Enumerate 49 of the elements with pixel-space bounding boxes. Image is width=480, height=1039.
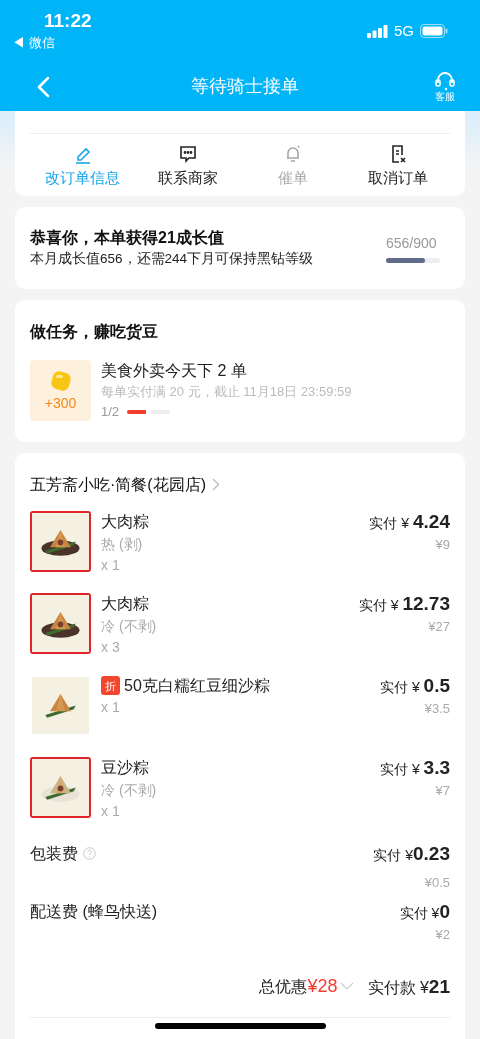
original-price: ¥7 [435, 781, 450, 800]
growth-title: 恭喜你，本单获得21成长值 [30, 228, 225, 248]
signal-icon [367, 24, 388, 38]
page-title: 等待骑士接单 [191, 75, 299, 98]
item-quantity: x 1 [101, 801, 121, 821]
item-spec: 冷 (不剥) [101, 780, 158, 800]
discount-badge: 折 [101, 676, 120, 695]
original-price: ¥2 [435, 925, 450, 944]
fee-label: 包装费 [30, 843, 78, 864]
status-time: 11:22 [43, 9, 92, 33]
shop-link[interactable]: 五芳斋小吃·简餐(花园店) [30, 472, 450, 497]
item-quantity: x 1 [101, 555, 121, 575]
item-name: 大肉粽 [101, 593, 149, 614]
total-discount-toggle[interactable]: 总优惠¥28 [259, 973, 354, 1001]
item-quantity: x 1 [101, 697, 121, 717]
total-paid: 实付款 ¥21 [367, 974, 450, 999]
chevron-right-icon [212, 478, 220, 491]
original-price: ¥3.5 [424, 699, 450, 718]
action-tab: 催单 [242, 144, 343, 188]
item-spec: 冷 (不剥) [101, 616, 158, 636]
paid-price: 实付 ¥0 [399, 900, 450, 924]
bean-icon [49, 370, 72, 392]
fee-label: 配送费 (蜂鸟快送) [30, 901, 158, 922]
paid-price: 实付 ¥ 0.5 [380, 674, 450, 698]
growth-reading: 656/900 [386, 234, 437, 253]
item-name: 豆沙粽 [101, 757, 149, 778]
paid-price: 实付 ¥ 4.24 [369, 510, 450, 534]
item-spec: 热 (剥) [101, 534, 144, 554]
battery-icon [420, 24, 448, 38]
growth-subtitle: 本月成长值656，还需244下月可保持黑钻等级 [30, 250, 314, 268]
paid-price: 实付 ¥0.23 [373, 842, 450, 866]
task-heading: 做任务，赚吃货豆 [30, 322, 159, 343]
task-detail: 每单实付满 20 元，截止 11月18日 23:59:59 [101, 383, 352, 401]
original-price: ¥0.5 [424, 873, 450, 892]
help-icon[interactable] [83, 847, 96, 860]
action-tab[interactable]: 联系商家 [137, 144, 238, 188]
paid-price: 实付 ¥ 12.73 [358, 592, 450, 616]
item-name: 大肉粽 [101, 511, 149, 532]
paid-price: 实付 ¥ 3.3 [380, 756, 450, 780]
item-quantity: x 3 [101, 637, 121, 657]
network-label: 5G [394, 20, 414, 41]
chevron-down-icon [339, 982, 354, 992]
action-tab[interactable]: 取消订单 [347, 144, 448, 188]
original-price: ¥9 [435, 535, 450, 554]
item-name: 50克白糯红豆细沙粽 [124, 675, 270, 696]
original-price: ¥27 [428, 617, 450, 636]
reward-amount: +300 [44, 395, 77, 411]
chat-bubble-icon [177, 144, 198, 164]
task-title: 美食外卖今天下 2 单 [101, 361, 248, 381]
